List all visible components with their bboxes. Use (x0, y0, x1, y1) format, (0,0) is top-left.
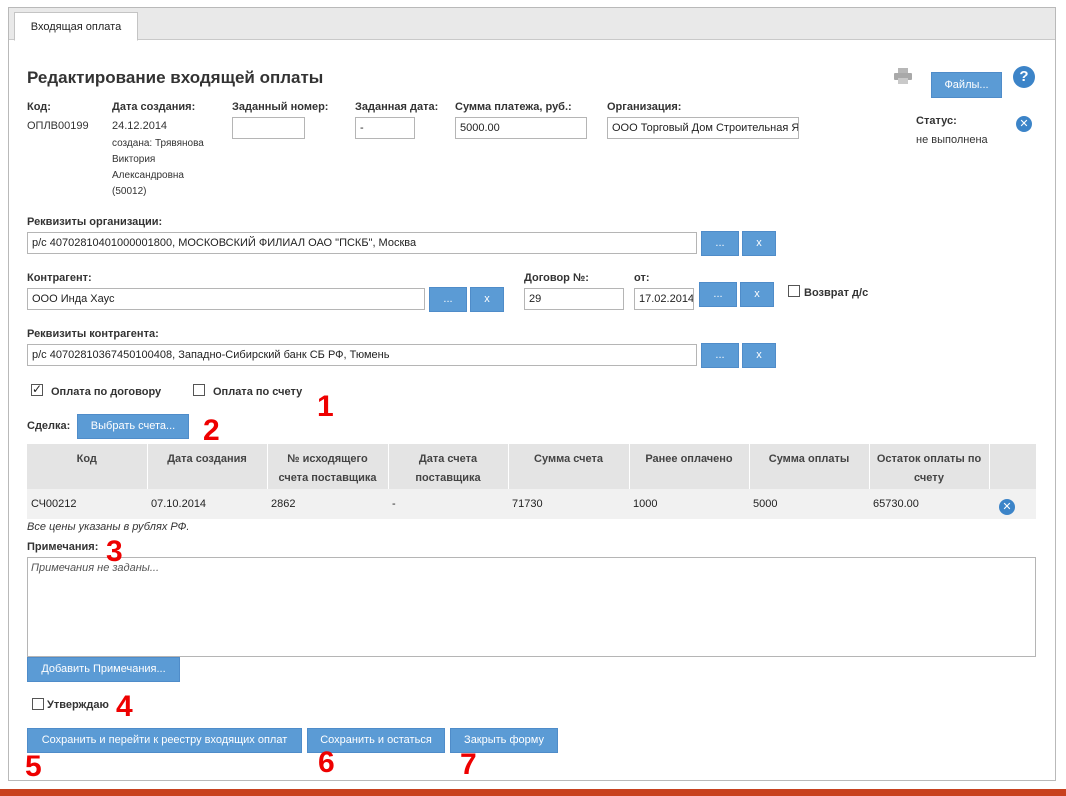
table-row[interactable]: СЧ00212 07.10.2014 2862 - 71730 1000 500… (27, 489, 1036, 519)
table-header-row: Код Дата создания № исходящего счета пост… (27, 444, 1036, 489)
assigned-date-label: Заданная дата: (355, 101, 439, 113)
marker-7: 7 (460, 748, 477, 781)
contract-date-input[interactable]: 17.02.2014 (634, 288, 694, 310)
col-header: Дата создания (147, 444, 268, 489)
tab-incoming-payment[interactable]: Входящая оплата (14, 12, 138, 41)
assigned-number-label: Заданный номер: (232, 101, 329, 113)
org-details-label: Реквизиты организации: (27, 216, 163, 228)
col-header: Дата счета поставщика (388, 444, 509, 489)
cell-invoice-amount: 71730 (508, 489, 629, 519)
marker-6: 6 (318, 746, 335, 779)
col-header: Ранее оплачено (629, 444, 750, 489)
contract-from-label: от: (634, 272, 650, 284)
amount-label: Сумма платежа, руб.: (455, 101, 572, 113)
col-header: Сумма оплаты (749, 444, 870, 489)
approve-label: Утверждаю (47, 699, 109, 711)
cp-details-label: Реквизиты контрагента: (27, 328, 159, 340)
org-details-input[interactable]: р/с 40702810401000001800, МОСКОВСКИЙ ФИЛ… (27, 232, 697, 254)
deal-label: Сделка: (27, 420, 71, 432)
table-footnote: Все цены указаны в рублях РФ. (27, 521, 190, 533)
status-label: Статус: (916, 115, 957, 127)
counterparty-clear-button[interactable]: x (470, 287, 504, 312)
created-label: Дата создания: (112, 101, 196, 113)
bottom-rule (0, 789, 1066, 796)
col-header: Код (27, 444, 148, 489)
code-label: Код: (27, 101, 51, 113)
add-notes-button[interactable]: Добавить Примечания... (27, 657, 180, 682)
pay-by-contract-checkbox[interactable] (31, 382, 43, 396)
col-header: Сумма счета (508, 444, 630, 489)
counterparty-label: Контрагент: (27, 272, 92, 284)
pay-by-invoice-label: Оплата по счету (213, 386, 303, 398)
refund-label: Возврат д/с (804, 287, 869, 299)
assigned-date-input[interactable]: - (355, 117, 415, 139)
created-value: 24.12.2014 (112, 120, 168, 132)
org-details-select-button[interactable]: ... (701, 231, 739, 256)
cell-actions: ✕ (989, 489, 1036, 519)
page-title: Редактирование входящей оплаты (27, 68, 324, 87)
assigned-number-input[interactable] (232, 117, 305, 139)
status-value: не выполнена (916, 134, 988, 146)
remove-row-icon[interactable]: ✕ (999, 499, 1015, 515)
print-icon[interactable] (894, 68, 912, 84)
col-header (989, 444, 1036, 489)
cell-code: СЧ00212 (27, 489, 147, 519)
amount-input[interactable]: 5000.00 (455, 117, 587, 139)
col-header: Остаток оплаты по счету (869, 444, 990, 489)
cp-details-clear-button[interactable]: x (742, 343, 776, 368)
status-close-icon[interactable]: ✕ (1016, 116, 1032, 132)
cell-supplier-invoice-date: - (388, 489, 508, 519)
contract-label: Договор №: (524, 272, 589, 284)
cell-created: 07.10.2014 (147, 489, 267, 519)
counterparty-input[interactable]: ООО Инда Хаус (27, 288, 425, 310)
org-label: Организация: (607, 101, 682, 113)
cell-payment-amount: 5000 (749, 489, 869, 519)
cp-details-input[interactable]: р/с 40702810367450100408, Западно-Сибирс… (27, 344, 697, 366)
save-and-go-button[interactable]: Сохранить и перейти к реестру входящих о… (27, 728, 302, 753)
invoices-table: Код Дата создания № исходящего счета пост… (27, 444, 1036, 519)
org-details-clear-button[interactable]: x (742, 231, 776, 256)
refund-checkbox[interactable] (788, 285, 800, 297)
select-invoices-button[interactable]: Выбрать счета... (77, 414, 189, 439)
org-input[interactable]: ООО Торговый Дом Строительная Я (607, 117, 799, 139)
notes-label: Примечания: (27, 541, 99, 553)
contract-select-button[interactable]: ... (699, 282, 737, 307)
marker-4: 4 (116, 690, 133, 723)
cell-paid-earlier: 1000 (629, 489, 749, 519)
approve-checkbox[interactable] (32, 698, 44, 710)
created-by: создана: Трявянова Виктория Александровн… (112, 138, 204, 197)
notes-textarea[interactable]: Примечания не заданы... (27, 557, 1036, 657)
contract-input[interactable]: 29 (524, 288, 624, 310)
pay-by-invoice-checkbox[interactable] (193, 384, 205, 396)
files-button[interactable]: Файлы... (931, 72, 1002, 98)
help-icon[interactable]: ? (1013, 66, 1035, 88)
tab-bar: Входящая оплата (9, 8, 1055, 41)
code-value: ОПЛВ00199 (27, 120, 89, 132)
cell-supplier-invoice-number: 2862 (267, 489, 388, 519)
marker-3: 3 (106, 535, 123, 568)
contract-clear-button[interactable]: x (740, 282, 774, 307)
marker-1: 1 (317, 390, 334, 423)
pay-by-contract-label: Оплата по договору (51, 386, 162, 398)
counterparty-select-button[interactable]: ... (429, 287, 467, 312)
cp-details-select-button[interactable]: ... (701, 343, 739, 368)
col-header: № исходящего счета поставщика (267, 444, 389, 489)
marker-2: 2 (203, 414, 220, 447)
cell-remaining: 65730.00 (869, 489, 989, 519)
marker-5: 5 (25, 750, 42, 783)
